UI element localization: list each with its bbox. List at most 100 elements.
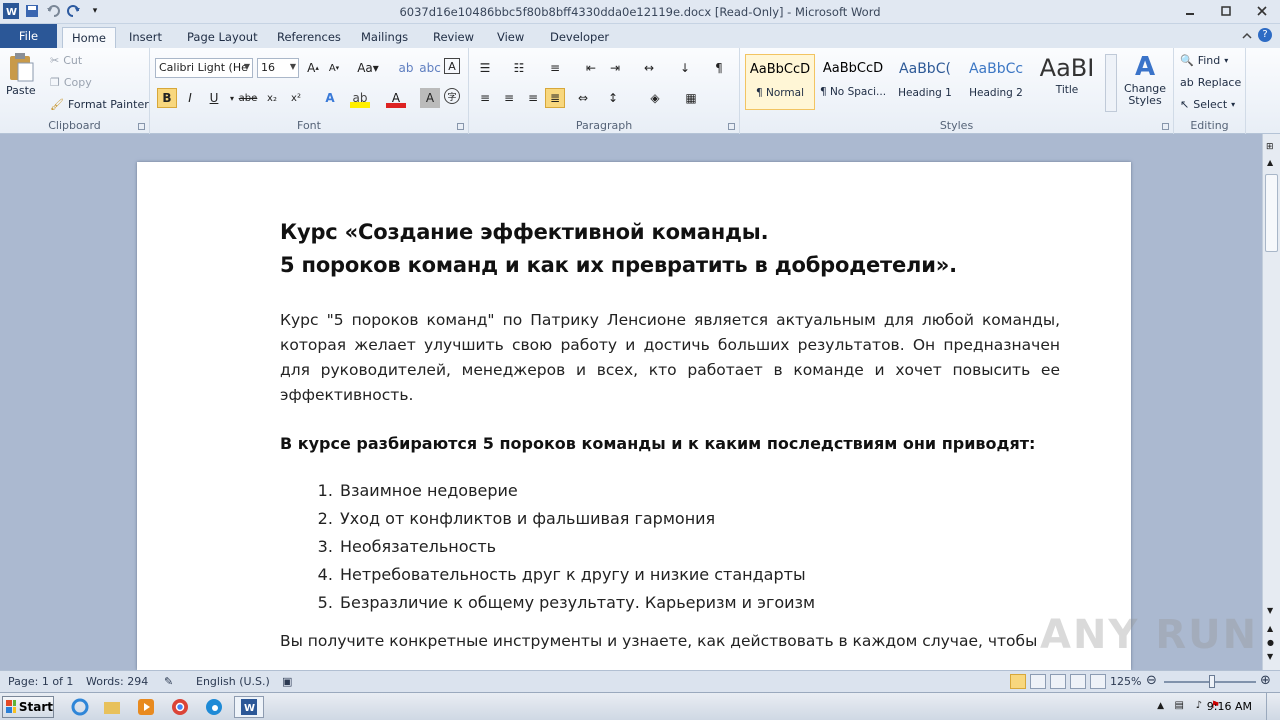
chrome-icon[interactable] bbox=[168, 696, 192, 718]
increase-indent-icon[interactable]: ⇥ bbox=[605, 58, 625, 78]
outline-view-icon[interactable] bbox=[1070, 674, 1086, 689]
underline-icon[interactable]: U bbox=[204, 88, 224, 108]
font-color-icon[interactable]: A bbox=[386, 88, 406, 108]
subscript-icon[interactable]: x₂ bbox=[262, 88, 282, 108]
ruler-toggle-icon[interactable]: ⊞ bbox=[1266, 142, 1274, 152]
align-left-icon[interactable]: ≡ bbox=[475, 88, 495, 108]
browse-object-icon[interactable]: ● bbox=[1267, 638, 1274, 647]
italic-icon[interactable]: I bbox=[180, 88, 200, 108]
clear-formatting-icon[interactable]: ab bbox=[396, 58, 416, 78]
borders-icon[interactable]: ▦ bbox=[681, 88, 701, 108]
sort-icon[interactable]: ↓ bbox=[675, 58, 695, 78]
previous-page-icon[interactable]: ▲ bbox=[1267, 624, 1273, 633]
print-layout-view-icon[interactable] bbox=[1010, 674, 1026, 689]
media-player-icon[interactable] bbox=[134, 696, 158, 718]
help-icon[interactable]: ? bbox=[1258, 28, 1272, 42]
character-shading-icon[interactable]: A bbox=[420, 88, 440, 108]
numbering-icon[interactable]: ☷ bbox=[509, 58, 529, 78]
close-icon[interactable] bbox=[1244, 0, 1280, 22]
tab-view[interactable]: View bbox=[488, 27, 533, 48]
maximize-icon[interactable] bbox=[1208, 0, 1244, 22]
tab-review[interactable]: Review bbox=[424, 27, 483, 48]
asian-layout-icon[interactable]: ↔ bbox=[639, 58, 659, 78]
language[interactable]: English (U.S.) bbox=[196, 675, 270, 688]
style-heading-1[interactable]: AaBbC( Heading 1 bbox=[890, 54, 960, 110]
tab-references[interactable]: References bbox=[268, 27, 350, 48]
style-heading-2[interactable]: AaBbCc Heading 2 bbox=[961, 54, 1031, 110]
web-layout-view-icon[interactable] bbox=[1050, 674, 1066, 689]
tray-network-icon[interactable]: ▤ bbox=[1175, 700, 1184, 711]
multilevel-list-icon[interactable]: ≡ bbox=[545, 58, 565, 78]
macro-record-icon[interactable]: ▣ bbox=[282, 675, 292, 688]
next-page-icon[interactable]: ▼ bbox=[1267, 652, 1273, 661]
distributed-icon[interactable]: ⇔ bbox=[573, 88, 593, 108]
styles-dialog-launcher[interactable] bbox=[1162, 123, 1169, 130]
zoom-slider-thumb[interactable] bbox=[1209, 675, 1215, 688]
tray-volume-icon[interactable]: ♪ bbox=[1196, 700, 1202, 711]
full-screen-view-icon[interactable] bbox=[1030, 674, 1046, 689]
paste-button[interactable]: Paste bbox=[6, 52, 36, 97]
bold-icon[interactable]: B bbox=[157, 88, 177, 108]
show-formatting-icon[interactable]: ¶ bbox=[709, 58, 729, 78]
decrease-indent-icon[interactable]: ⇤ bbox=[581, 58, 601, 78]
scroll-down-icon[interactable]: ▼ bbox=[1267, 606, 1273, 615]
change-case-icon[interactable]: Aa▾ bbox=[354, 58, 382, 78]
tab-developer[interactable]: Developer bbox=[541, 27, 618, 48]
style-normal[interactable]: AaBbCcD ¶ Normal bbox=[745, 54, 815, 110]
replace-button[interactable]: ab Replace bbox=[1180, 76, 1241, 89]
page-count[interactable]: Page: 1 of 1 bbox=[8, 675, 73, 688]
document-page[interactable]: Курс «Создание эффективной команды. 5 по… bbox=[137, 162, 1131, 670]
ribbon-minimize-icon[interactable] bbox=[1242, 30, 1252, 43]
tray-expand-icon[interactable]: ▲ bbox=[1157, 701, 1164, 711]
shading-icon[interactable]: ◈ bbox=[645, 88, 665, 108]
scroll-up-icon[interactable]: ▲ bbox=[1267, 158, 1273, 167]
tab-page-layout[interactable]: Page Layout bbox=[178, 27, 267, 48]
ie-icon[interactable] bbox=[68, 696, 92, 718]
select-button[interactable]: ↖ Select ▾ bbox=[1180, 98, 1235, 111]
phonetic-guide-icon[interactable]: abc bbox=[419, 58, 441, 78]
text-effects-icon[interactable]: A bbox=[320, 88, 340, 108]
scroll-thumb[interactable] bbox=[1265, 174, 1278, 252]
highlight-icon[interactable]: ab bbox=[350, 88, 370, 108]
explorer-icon[interactable] bbox=[100, 696, 124, 718]
tab-mailings[interactable]: Mailings bbox=[352, 27, 417, 48]
draft-view-icon[interactable] bbox=[1090, 674, 1106, 689]
proofing-icon[interactable]: ✎ bbox=[164, 675, 173, 688]
tab-file[interactable]: File bbox=[0, 24, 57, 48]
align-right-icon[interactable]: ≡ bbox=[523, 88, 543, 108]
shrink-font-icon[interactable]: A ▾ bbox=[324, 58, 344, 78]
line-spacing-icon[interactable]: ↕ bbox=[603, 88, 623, 108]
strikethrough-icon[interactable]: abe bbox=[238, 88, 258, 108]
word-taskbar-icon[interactable]: W bbox=[234, 696, 264, 718]
cut-button[interactable]: ✂ Cut bbox=[50, 54, 82, 67]
style-no-spacing[interactable]: AaBbCcD ¶ No Spaci... bbox=[818, 54, 888, 110]
word-count[interactable]: Words: 294 bbox=[86, 675, 148, 688]
document-body[interactable]: Курс «Создание эффективной команды. 5 по… bbox=[280, 216, 1060, 654]
character-border-icon[interactable]: A bbox=[444, 58, 460, 74]
vertical-scrollbar[interactable]: ⊞ ▲ ▼ ▲ ● ▼ bbox=[1262, 134, 1280, 670]
change-styles-button[interactable]: A Change Styles bbox=[1122, 52, 1168, 107]
show-desktop-button[interactable] bbox=[1266, 693, 1280, 720]
start-button[interactable]: Start bbox=[2, 696, 54, 718]
enclose-characters-icon[interactable]: 字 bbox=[444, 88, 460, 104]
find-button[interactable]: 🔍 Find ▾ bbox=[1180, 54, 1228, 67]
superscript-icon[interactable]: x² bbox=[286, 88, 306, 108]
grow-font-icon[interactable]: A ▴ bbox=[303, 58, 323, 78]
font-dialog-launcher[interactable] bbox=[457, 123, 464, 130]
style-title[interactable]: AaBI Title bbox=[1032, 54, 1102, 110]
edge-icon[interactable] bbox=[202, 696, 226, 718]
font-size-combo[interactable]: 16 ▼ bbox=[257, 58, 299, 78]
zoom-level[interactable]: 125% bbox=[1110, 675, 1141, 688]
font-name-combo[interactable]: Calibri Light (He ▼ bbox=[155, 58, 253, 78]
clock[interactable]: 9:16 AM bbox=[1207, 700, 1252, 713]
tab-insert[interactable]: Insert bbox=[120, 27, 171, 48]
tab-home[interactable]: Home bbox=[62, 27, 116, 48]
paragraph-dialog-launcher[interactable] bbox=[728, 123, 735, 130]
styles-scroll[interactable] bbox=[1105, 54, 1117, 112]
justify-icon[interactable]: ≣ bbox=[545, 88, 565, 108]
align-center-icon[interactable]: ≡ bbox=[499, 88, 519, 108]
minimize-icon[interactable] bbox=[1172, 0, 1208, 22]
zoom-in-icon[interactable]: ⊕ bbox=[1260, 673, 1271, 688]
format-painter-button[interactable]: 🖌 Format Painter bbox=[50, 98, 149, 111]
bullets-icon[interactable]: ☰ bbox=[475, 58, 495, 78]
